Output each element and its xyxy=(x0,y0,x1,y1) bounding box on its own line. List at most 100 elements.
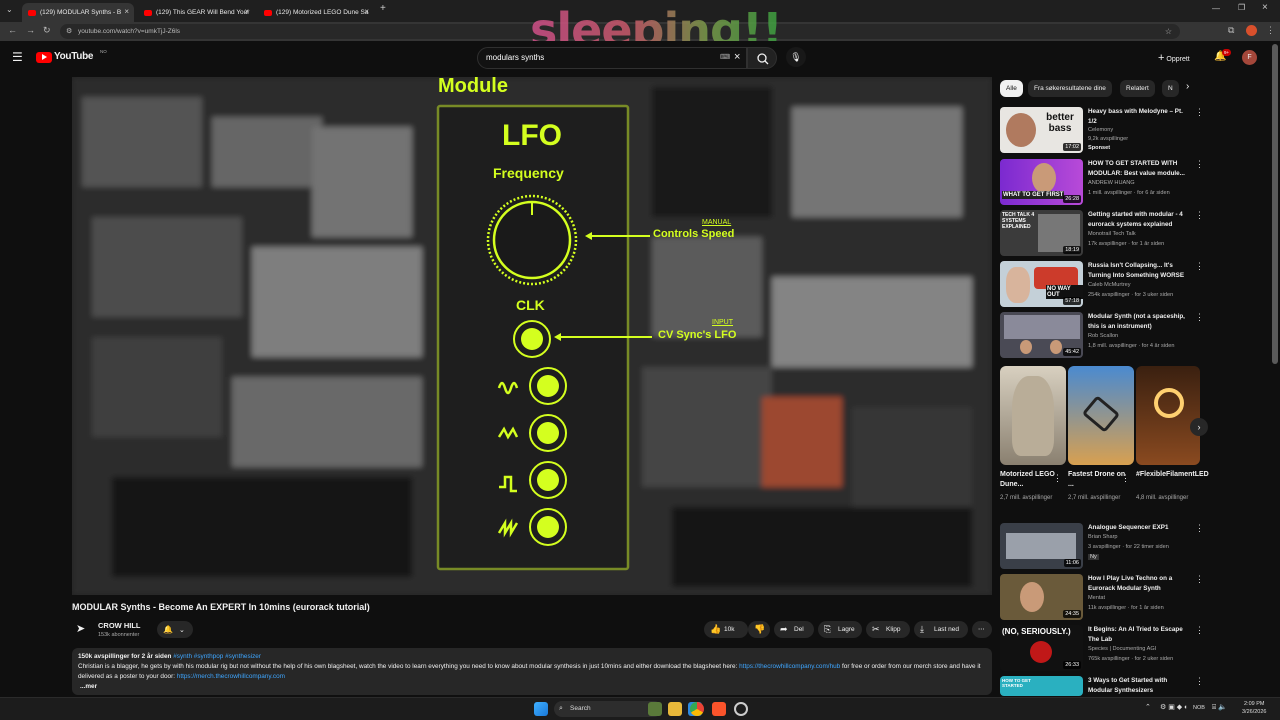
rec-title: Modular Synth (not a spaceship, this is … xyxy=(1088,313,1185,330)
keyboard-icon[interactable]: ⌨ xyxy=(720,48,730,68)
save-button[interactable]: ⎘ Lagre xyxy=(818,621,862,638)
browser-menu-icon[interactable]: ⋮ xyxy=(1266,25,1275,36)
rec-more-icon[interactable]: ⋮ xyxy=(1195,523,1204,534)
youtube-wordmark: YouTube xyxy=(54,51,94,62)
rec-more-icon[interactable]: ⋮ xyxy=(1195,625,1204,636)
tray-icons[interactable]: ⚙ ▣ ◆ ◐ xyxy=(1160,703,1188,711)
like-button[interactable]: 👍 10k xyxy=(704,621,748,638)
hashtags[interactable]: #synth #synthpop #synthesizer xyxy=(173,653,261,660)
app-icon[interactable] xyxy=(734,702,748,716)
clear-search-icon[interactable]: × xyxy=(734,47,740,67)
chip-more[interactable]: N xyxy=(1162,80,1179,97)
rec-item[interactable]: 45:42 Modular Synth (not a spaceship, th… xyxy=(1000,312,1204,358)
rec-item[interactable]: HOW TO GET STARTED 3 Ways to Get Started… xyxy=(1000,676,1200,696)
rec-channel: Rob Scallon xyxy=(1088,333,1119,339)
rec-more-icon[interactable]: ⋮ xyxy=(1195,107,1204,118)
avatar[interactable]: F xyxy=(1242,50,1257,65)
clip-button[interactable]: ✂ Klipp xyxy=(866,621,910,638)
chrome-icon[interactable] xyxy=(690,702,704,716)
language-indicator[interactable]: NOB xyxy=(1193,705,1205,711)
clk-label: CLK xyxy=(516,297,545,313)
window-close-icon[interactable]: × xyxy=(1262,2,1268,13)
tab-close-icon[interactable]: × xyxy=(124,7,129,16)
video-player[interactable]: Module LFO Frequency MANUAL Controls Spe… xyxy=(72,77,992,595)
reload-icon[interactable]: ↻ xyxy=(43,25,51,36)
browser-tab-gear[interactable]: (129) This GEAR Will Bend Your × xyxy=(138,3,254,22)
short-thumbnail[interactable] xyxy=(1136,366,1200,465)
tray-chevron-icon[interactable]: ⌃ xyxy=(1145,703,1151,711)
rec-item[interactable]: (NO, SERIOUSLY.) 26:33 It Begins: An AI … xyxy=(1000,625,1204,671)
chevron-right-icon[interactable]: › xyxy=(1186,81,1189,92)
task-view-icon[interactable] xyxy=(648,702,662,716)
rec-item[interactable]: NO WAY OUT 57:18 Russia Isn't Collapsing… xyxy=(1000,261,1204,307)
chip-from-search[interactable]: Fra søkeresultatene dine xyxy=(1028,80,1112,97)
short-thumbnail[interactable] xyxy=(1068,366,1134,465)
new-tab-button[interactable]: + xyxy=(380,3,386,14)
frequency-label: Frequency xyxy=(493,165,564,181)
rec-item[interactable]: 24:35 How I Play Live Techno on a Eurora… xyxy=(1000,574,1204,620)
rec-channel: Caleb McMurtrey xyxy=(1088,282,1131,288)
voice-search-button[interactable]: 🎙 xyxy=(786,47,806,67)
tab-close-icon[interactable]: × xyxy=(244,7,249,16)
thumb-face xyxy=(1050,340,1062,354)
rec-title: 3 Ways to Get Started with Modular Synth… xyxy=(1088,677,1168,694)
share-icon: ➦ xyxy=(780,624,788,634)
rec-item[interactable]: better bass 17:02 Heavy bass with Melody… xyxy=(1000,107,1204,153)
show-more-link[interactable]: ...mer xyxy=(78,682,986,692)
rec-item[interactable]: TECH TALK 4 SYSTEMS EXPLAINED 18:19 Gett… xyxy=(1000,210,1204,256)
extensions-icon[interactable]: ⧉ xyxy=(1228,25,1234,36)
bookmark-star-icon[interactable]: ☆ xyxy=(1165,24,1172,39)
merch-link[interactable]: https://merch.thecrowhillcompany.com xyxy=(177,673,285,680)
back-icon[interactable]: ← xyxy=(8,25,17,35)
search-button[interactable] xyxy=(747,47,777,69)
blagsheet-link[interactable]: https://thecrowhillcompany.com/hub xyxy=(739,663,840,670)
rec-more-icon[interactable]: ⋮ xyxy=(1195,210,1204,221)
search-input[interactable]: modulars synths ⌨ × xyxy=(477,47,747,69)
rec-thumbnail: (NO, SERIOUSLY.) 26:33 xyxy=(1000,625,1083,671)
duration-badge: 17:02 xyxy=(1063,143,1081,151)
file-explorer-icon[interactable] xyxy=(668,702,682,716)
browser-tab-lego-dune[interactable]: (129) Motorized LEGO Dune Sa × xyxy=(258,3,374,22)
share-button[interactable]: ➦ Del xyxy=(774,621,814,638)
short-more-icon[interactable]: ⋮ xyxy=(1121,473,1130,484)
download-button[interactable]: ⤓ Last ned xyxy=(914,621,968,638)
hamburger-menu-icon[interactable]: ☰ xyxy=(12,50,23,64)
rec-more-icon[interactable]: ⋮ xyxy=(1195,574,1204,585)
tab-close-icon[interactable]: × xyxy=(364,7,369,16)
channel-avatar[interactable]: ➤ xyxy=(76,622,90,636)
network-volume-icons[interactable]: ⌸ 🔈 xyxy=(1212,703,1227,712)
browser-tab-modular-synths[interactable]: (129) MODULAR Synths - B × xyxy=(22,3,134,22)
forward-icon[interactable]: → xyxy=(26,25,35,35)
thumb-face xyxy=(1020,340,1032,354)
shorts-next-icon[interactable]: › xyxy=(1190,418,1208,436)
window-restore-icon[interactable]: ❐ xyxy=(1238,3,1245,12)
dislike-button[interactable]: 👎 xyxy=(748,621,770,638)
create-button[interactable]: + Opprett xyxy=(1158,49,1190,67)
taskbar-search-box[interactable]: ⌕ Search xyxy=(554,701,662,717)
tab-list-button[interactable]: ⌄ xyxy=(6,5,16,15)
page-scrollbar[interactable] xyxy=(1272,44,1278,364)
rec-more-icon[interactable]: ⋮ xyxy=(1195,676,1200,687)
windows-start-icon[interactable] xyxy=(534,702,548,716)
rec-item[interactable]: WHAT TO GET FIRST 26:28 HOW TO GET START… xyxy=(1000,159,1204,205)
site-info-icon[interactable]: ⚙ xyxy=(66,24,72,39)
channel-name[interactable]: CROW HILL xyxy=(98,621,141,630)
duration-badge: 45:42 xyxy=(1063,348,1081,356)
clock-date[interactable]: 3/26/2026 xyxy=(1242,709,1266,715)
rec-item[interactable]: 11:06 Analogue Sequencer EXP1 Brian Shar… xyxy=(1000,523,1204,569)
rec-title: Getting started with modular - 4 eurorac… xyxy=(1088,211,1183,228)
subscribe-bell-button[interactable]: 🔔 ⌄ xyxy=(157,621,193,638)
rec-more-icon[interactable]: ⋮ xyxy=(1195,261,1204,272)
chip-related[interactable]: Relatert xyxy=(1120,80,1155,97)
description-box[interactable]: 150k avspillinger for 2 år siden #synth … xyxy=(72,648,992,695)
clock-time[interactable]: 2:09 PM xyxy=(1244,701,1264,707)
profile-icon[interactable] xyxy=(1246,25,1257,36)
brave-icon[interactable] xyxy=(712,702,726,716)
short-thumbnail[interactable] xyxy=(1000,366,1066,465)
rec-more-icon[interactable]: ⋮ xyxy=(1195,312,1204,323)
chip-all[interactable]: Alle xyxy=(1000,80,1023,97)
rec-more-icon[interactable]: ⋮ xyxy=(1195,159,1204,170)
more-actions-button[interactable]: ⋯ xyxy=(972,621,992,638)
short-more-icon[interactable]: ⋮ xyxy=(1053,473,1062,484)
window-minimize-icon[interactable]: — xyxy=(1212,4,1220,13)
